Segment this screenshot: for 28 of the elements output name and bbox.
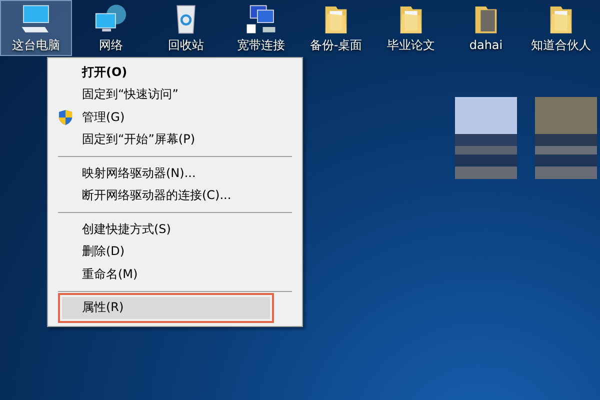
icon-label: 这台电脑 [12,38,60,53]
menu-item[interactable]: 属性(R) [62,296,270,319]
menu-item[interactable]: 固定到“开始”屏幕(P) [50,128,300,151]
menu-item[interactable]: 管理(G) [50,106,300,128]
menu-item[interactable]: 创建快捷方式(S) [50,218,300,240]
menu-item[interactable]: 删除(D) [50,240,300,263]
menu-item[interactable]: 重命名(M) [50,263,300,286]
pixelated-icon [535,97,597,179]
desktop-icon[interactable]: 网络 [75,0,147,56]
icon-label: 网络 [99,38,123,53]
menu-item[interactable]: 打开(O) [50,61,300,84]
icon-label: 毕业论文 [387,38,435,53]
icon-label: dahai [469,38,503,53]
icon-label: 回收站 [168,38,204,53]
desktop-icon[interactable]: 知道合伙人 [525,0,597,56]
desktop-icon[interactable]: 这台电脑 [0,0,72,56]
icon-label: 宽带连接 [237,38,285,53]
icon-label: 备份-桌面 [310,38,362,53]
icon-label: 知道合伙人 [531,38,591,53]
desktop-icon[interactable]: 毕业论文 [375,0,447,56]
menu-item[interactable]: 断开网络驱动器的连接(C)... [50,184,300,207]
menu-item[interactable]: 固定到“快速访问” [50,84,300,106]
desktop-icon[interactable]: 宽带连接 [225,0,297,56]
menu-item[interactable]: 映射网络驱动器(N)... [50,162,300,184]
pixelated-icon [455,97,517,179]
desktop-icon[interactable]: 回收站 [150,0,222,56]
desktop-icon[interactable]: 备份-桌面 [300,0,372,56]
desktop-icon[interactable]: dahai [450,0,522,56]
